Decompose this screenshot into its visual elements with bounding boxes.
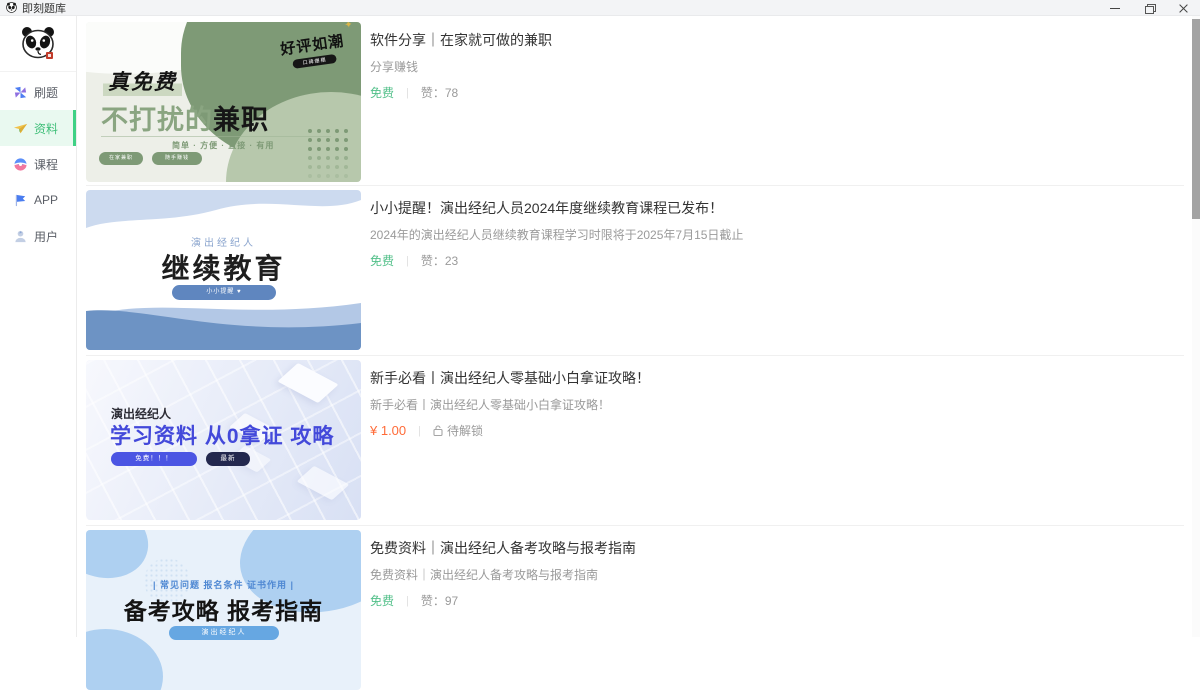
thumbnail-exam-guide: | 常见问题 报名条件 证书作用 | 备考攻略 报考指南 演出经纪人 xyxy=(86,530,361,690)
item-meta: ¥ 1.00 | 待解锁 xyxy=(370,422,483,439)
sidebar-item-ziliao[interactable]: 资料 xyxy=(0,110,76,146)
item-meta: 免费 | 赞：78 xyxy=(370,84,458,101)
meta-divider: | xyxy=(418,425,421,437)
meta-divider: | xyxy=(406,255,409,267)
restore-button[interactable] xyxy=(1132,0,1166,16)
paper-plane-icon xyxy=(13,121,28,136)
free-tag: 免费 xyxy=(370,252,394,269)
item-subtitle: 免费资料｜演出经纪人备考攻略与报考指南 xyxy=(370,566,598,583)
item-meta: 免费 | 赞：97 xyxy=(370,592,458,609)
thumb-tagline: | 常见问题 报名条件 证书作用 | xyxy=(86,578,361,591)
item-subtitle: 分享赚钱 xyxy=(370,58,418,75)
thumb-title: 继续教育 xyxy=(86,247,361,287)
sidebar-nav: 刷题 资料 课程 APP xyxy=(0,72,76,254)
thumbnail-study-guide: 演出经纪人 学习资料 从0拿证 攻略 免费！！！ 最新 xyxy=(86,360,361,520)
user-icon xyxy=(13,229,28,244)
logo-box xyxy=(0,16,76,72)
sidebar-item-yonghu[interactable]: 用户 xyxy=(0,218,76,254)
sidebar-item-label: 刷题 xyxy=(34,84,58,101)
separator xyxy=(86,525,1184,526)
panda-app-icon xyxy=(6,2,17,13)
likes-count: 赞：23 xyxy=(421,252,458,269)
resource-list: 好评如潮✦ 口碑爆棚 真免费 不打扰的兼职 简单 · 方便 · 直接 · 有用 … xyxy=(78,16,1200,637)
item-meta: 免费 | 赞：23 xyxy=(370,252,458,269)
sidebar: 刷题 资料 课程 APP xyxy=(0,16,77,637)
lock-icon xyxy=(433,425,443,436)
separator xyxy=(86,185,1184,186)
window-titlebar: 即刻题库 xyxy=(0,0,1200,16)
close-button[interactable] xyxy=(1166,0,1200,16)
item-title: 新手必看丨演出经纪人零基础小白拿证攻略！ xyxy=(370,368,650,388)
item-title: 软件分享｜在家就可做的兼职 xyxy=(370,30,552,50)
list-item[interactable]: 演出经纪人 继续教育 小小提醒 ♥ 小小提醒！演出经纪人员2024年度继续教育课… xyxy=(86,190,1186,350)
thumb-pill: 演出经纪人 xyxy=(169,626,279,640)
likes-count: 赞：97 xyxy=(421,592,458,609)
sparkle-icon: ✦ xyxy=(344,22,355,31)
thumb-pill: 小小提醒 ♥ xyxy=(172,285,276,300)
window-title: 即刻题库 xyxy=(22,0,66,16)
list-item[interactable]: | 常见问题 报名条件 证书作用 | 备考攻略 报考指南 演出经纪人 免费资料｜… xyxy=(86,530,1186,690)
thumb-pill: 在家兼职 xyxy=(99,152,143,165)
pinwheel-icon xyxy=(13,85,28,100)
divider-line xyxy=(101,136,331,137)
meta-divider: | xyxy=(406,595,409,607)
scrollbar-track[interactable] xyxy=(1192,16,1200,637)
decor-blob xyxy=(86,629,163,690)
thumb-title: 学习资料 从0拿证 攻略 xyxy=(110,420,334,450)
sidebar-item-kecheng[interactable]: 课程 xyxy=(0,146,76,182)
thumbnail-free-parttime: 好评如潮✦ 口碑爆棚 真免费 不打扰的兼职 简单 · 方便 · 直接 · 有用 … xyxy=(86,22,361,182)
thumb-title: 备考攻略 报考指南 xyxy=(86,592,361,626)
sidebar-item-label: 用户 xyxy=(34,228,58,245)
thumb-pill: 免费！！！ xyxy=(111,452,197,466)
wave-decor xyxy=(86,295,361,350)
lock-status: 待解锁 xyxy=(433,422,483,439)
list-item[interactable]: 好评如潮✦ 口碑爆棚 真免费 不打扰的兼职 简单 · 方便 · 直接 · 有用 … xyxy=(86,22,1186,182)
panda-logo xyxy=(18,24,58,64)
thumb-pill: 最新 xyxy=(206,452,250,466)
free-tag: 免费 xyxy=(370,592,394,609)
sidebar-item-app[interactable]: APP xyxy=(0,182,76,218)
sidebar-item-label: APP xyxy=(34,193,58,207)
lock-status-label: 待解锁 xyxy=(447,422,483,439)
list-item[interactable]: 演出经纪人 学习资料 从0拿证 攻略 免费！！！ 最新 新手必看丨演出经纪人零基… xyxy=(86,360,1186,520)
free-tag: 免费 xyxy=(370,84,394,101)
thumb-tagline: 简单 · 方便 · 直接 · 有用 xyxy=(172,140,274,151)
item-title: 免费资料｜演出经纪人备考攻略与报考指南 xyxy=(370,538,636,558)
separator xyxy=(86,355,1184,356)
flag-icon xyxy=(13,193,28,208)
dot-grid xyxy=(308,129,348,178)
item-subtitle: 新手必看丨演出经纪人零基础小白拿证攻略！ xyxy=(370,396,610,413)
sidebar-item-shuati[interactable]: 刷题 xyxy=(0,74,76,110)
item-subtitle: 2024年的演出经纪人员继续教育课程学习时限将于2025年7月15日截止 xyxy=(370,226,743,243)
meta-divider: | xyxy=(406,87,409,99)
thumb-title: 不打扰的兼职 xyxy=(101,98,269,137)
price-tag: ¥ 1.00 xyxy=(370,423,406,438)
thumb-headline: 真免费 xyxy=(103,66,182,96)
thumb-pill: 随手赚钱 xyxy=(152,152,202,165)
ball-icon xyxy=(13,157,28,172)
sidebar-item-label: 资料 xyxy=(34,120,58,137)
thumbnail-continuing-education: 演出经纪人 继续教育 小小提醒 ♥ xyxy=(86,190,361,350)
sidebar-item-label: 课程 xyxy=(34,156,58,173)
minimize-button[interactable] xyxy=(1098,0,1132,16)
wave-decor xyxy=(86,190,361,238)
likes-count: 赞：78 xyxy=(421,84,458,101)
item-title: 小小提醒！演出经纪人员2024年度继续教育课程已发布！ xyxy=(370,198,723,218)
scrollbar-thumb[interactable] xyxy=(1192,19,1200,219)
